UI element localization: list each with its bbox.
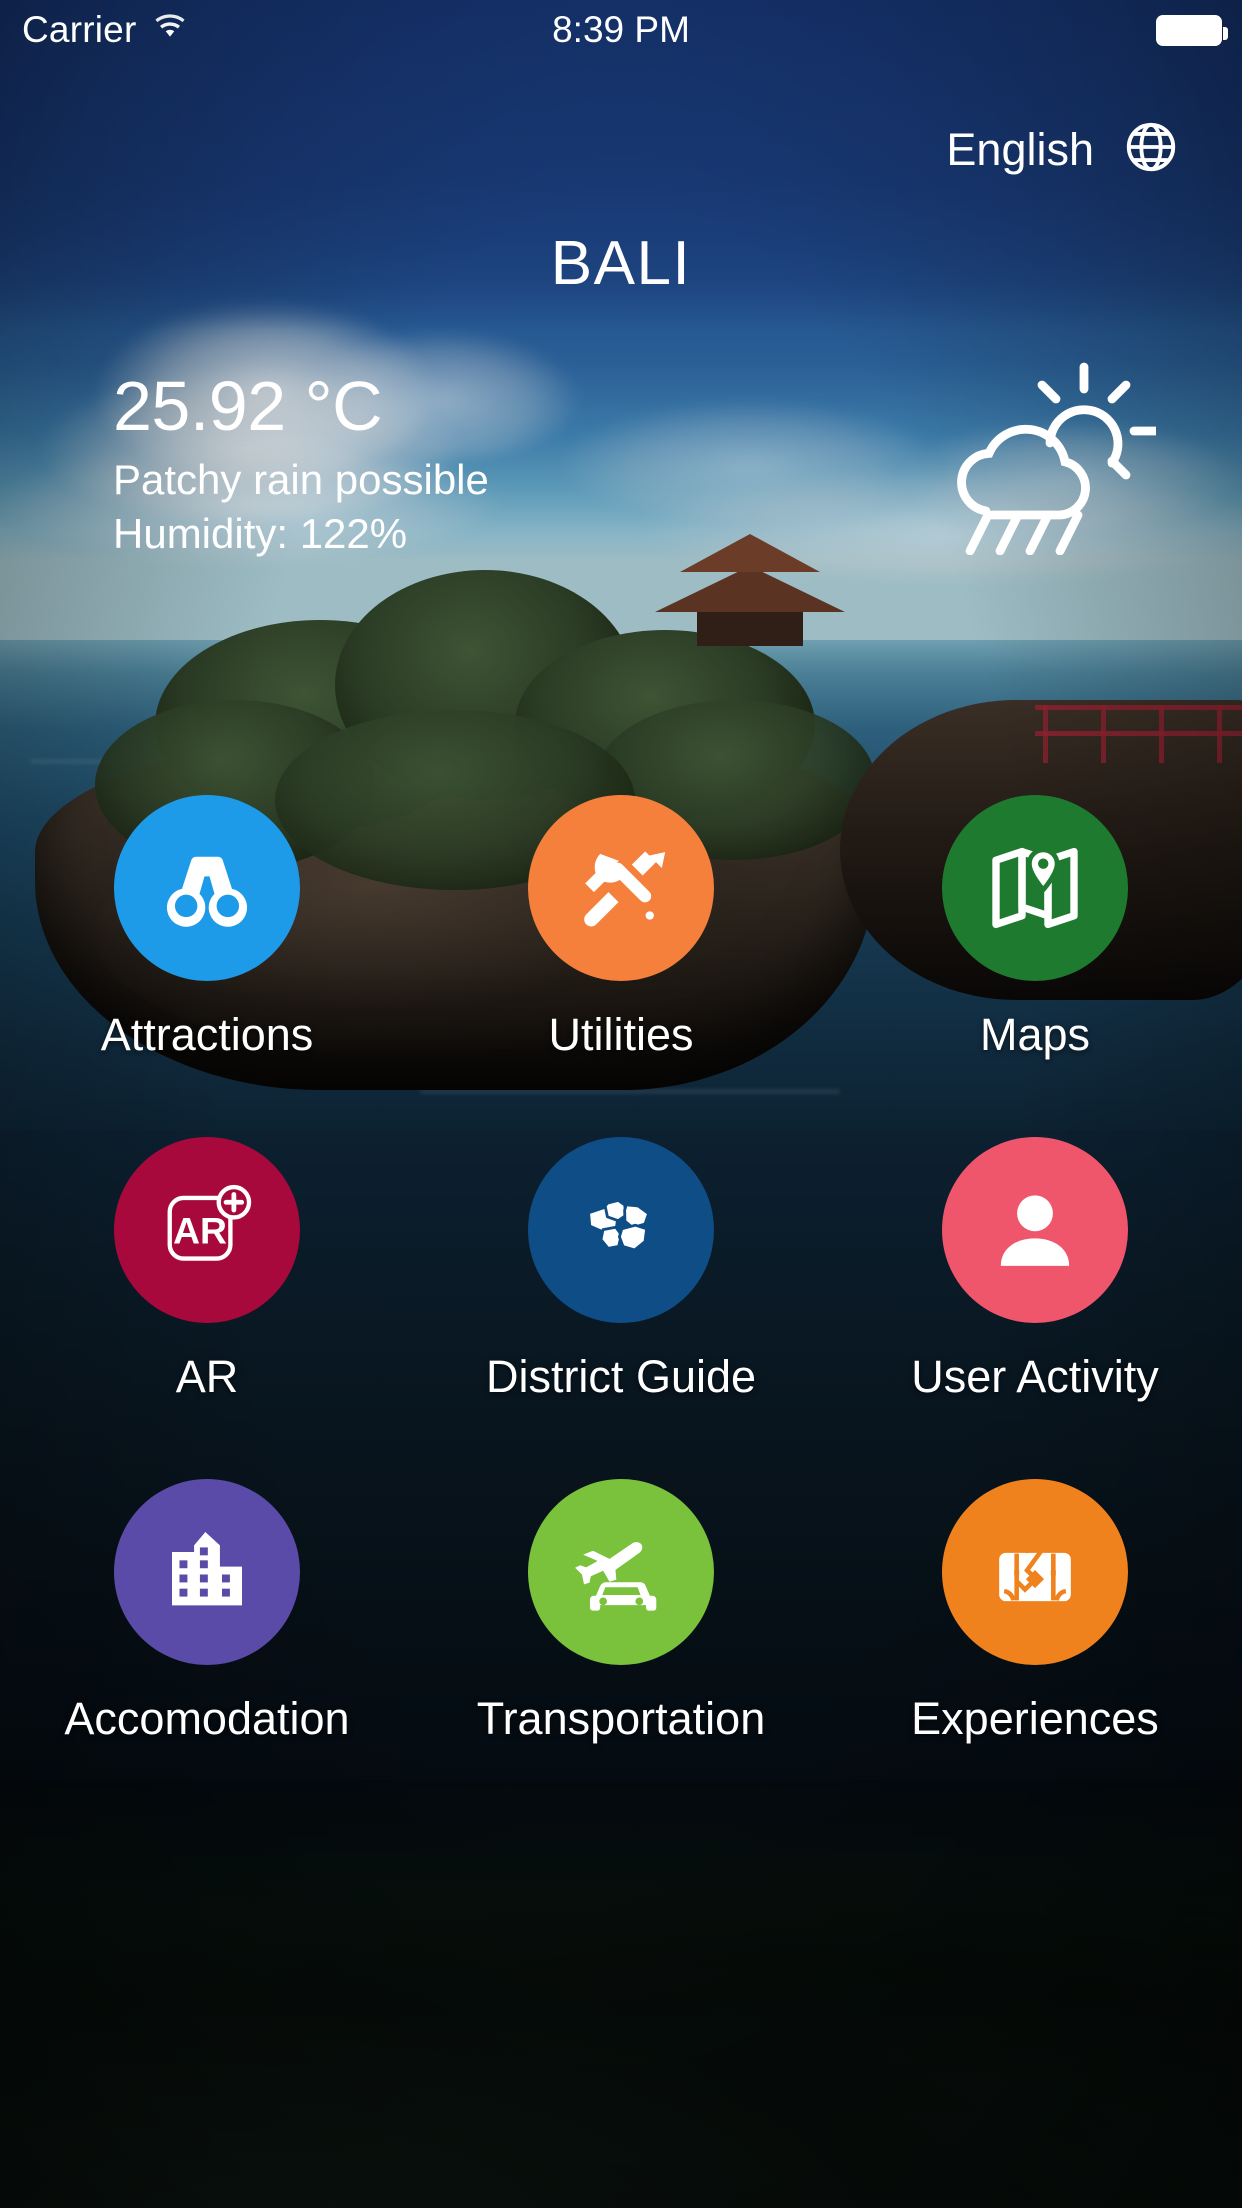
- grid-item-label: Maps: [979, 1009, 1091, 1060]
- globe-icon[interactable]: [1122, 118, 1180, 181]
- railing-bar: [1035, 731, 1242, 736]
- grid-item-label: Attractions: [100, 1009, 314, 1060]
- app-icon-grid: Attractions Utilities Maps AR AR Distric…: [0, 795, 1242, 1745]
- railing-post: [1043, 705, 1048, 763]
- temple-upper-roof: [680, 534, 820, 572]
- tools-icon[interactable]: [528, 795, 714, 981]
- grid-item-utilities[interactable]: Utilities: [414, 795, 828, 1061]
- status-bar-right: [1156, 14, 1228, 46]
- grid-row: Accomodation Transportation Experiences: [0, 1479, 1242, 1745]
- grid-item-label: Utilities: [548, 1009, 694, 1060]
- ar-plus-icon[interactable]: AR: [114, 1137, 300, 1323]
- grid-item-label: Transportation: [476, 1693, 766, 1744]
- building-icon[interactable]: [114, 1479, 300, 1665]
- binoculars-icon[interactable]: [114, 795, 300, 981]
- grid-item-ar[interactable]: AR AR: [0, 1137, 414, 1403]
- grid-item-label: AR: [175, 1351, 239, 1402]
- grid-item-district-guide[interactable]: District Guide: [414, 1137, 828, 1403]
- language-selector[interactable]: English: [946, 118, 1180, 181]
- railing-bar: [1035, 705, 1242, 710]
- temple-lower-roof: [655, 566, 845, 612]
- district-map-icon[interactable]: [528, 1137, 714, 1323]
- status-bar: Carrier 8:39 PM: [0, 0, 1242, 60]
- railing-post: [1101, 705, 1106, 763]
- weather-panel: 25.92 °C Patchy rain possible Humidity: …: [113, 367, 489, 558]
- weather-condition: Patchy rain possible: [113, 455, 489, 503]
- railing-post: [1159, 705, 1164, 763]
- grid-row: Attractions Utilities Maps: [0, 795, 1242, 1061]
- foreground-rocks: [0, 1868, 1242, 2208]
- grid-item-label: Experiences: [911, 1693, 1159, 1744]
- grid-item-label: Accomodation: [64, 1693, 350, 1744]
- language-label: English: [946, 123, 1094, 175]
- red-railing: [1035, 705, 1242, 763]
- grid-item-maps[interactable]: Maps: [828, 795, 1242, 1061]
- person-icon[interactable]: [942, 1137, 1128, 1323]
- status-bar-clock: 8:39 PM: [552, 9, 690, 50]
- grid-item-attractions[interactable]: Attractions: [0, 795, 414, 1061]
- grid-row: AR AR District Guide User Activity: [0, 1137, 1242, 1403]
- plane-car-icon[interactable]: [528, 1479, 714, 1665]
- grid-item-label: User Activity: [911, 1351, 1159, 1402]
- weather-humidity: Humidity: 122%: [113, 509, 408, 557]
- grid-item-user-activity[interactable]: User Activity: [828, 1137, 1242, 1403]
- grid-item-experiences[interactable]: Experiences: [828, 1479, 1242, 1745]
- grid-item-transportation[interactable]: Transportation: [414, 1479, 828, 1745]
- weather-temperature: 25.92 °C: [113, 367, 383, 445]
- railing-post: [1217, 705, 1222, 763]
- grid-item-label: District Guide: [485, 1351, 757, 1402]
- svg-text:AR: AR: [173, 1209, 227, 1251]
- temple-body: [697, 612, 803, 646]
- map-pin-icon[interactable]: [942, 795, 1128, 981]
- app-screen: Carrier 8:39 PM English BALI 25.92 °C Pa…: [0, 0, 1242, 2208]
- temple-roof-structure: [635, 520, 865, 670]
- page-title: BALI: [550, 229, 692, 298]
- battery-full-icon: [1156, 14, 1228, 46]
- sun-behind-rain-cloud-icon: [926, 355, 1161, 556]
- suitcase-icon[interactable]: [942, 1479, 1128, 1665]
- grid-item-accomodation[interactable]: Accomodation: [0, 1479, 414, 1745]
